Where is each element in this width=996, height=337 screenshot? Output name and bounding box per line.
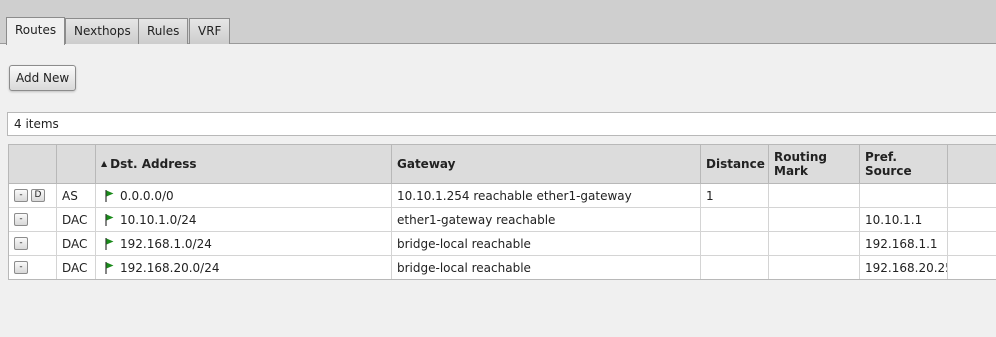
extra-cell (948, 232, 996, 255)
route-flags: DAC (57, 256, 96, 279)
row-actions: - D (9, 184, 57, 207)
remove-button[interactable]: - (14, 213, 28, 226)
remove-button[interactable]: - (14, 261, 28, 274)
extra-cell (948, 208, 996, 231)
dst-address-cell[interactable]: 192.168.1.0/24 (96, 232, 392, 255)
distance-cell (701, 232, 769, 255)
flag-icon (105, 189, 114, 202)
extra-cell (948, 256, 996, 279)
col-header-actions (9, 145, 57, 183)
remove-button[interactable]: - (14, 237, 28, 250)
flag-icon (105, 213, 114, 226)
tab-nexthops[interactable]: Nexthops (65, 18, 140, 44)
dst-address-cell[interactable]: 0.0.0.0/0 (96, 184, 392, 207)
sort-ascending-icon: ▲ (101, 159, 108, 168)
routes-table: ▲ Dst. Address Gateway Distance Routing … (8, 144, 996, 280)
dst-address: 192.168.20.0/24 (120, 260, 220, 275)
disable-button[interactable]: D (31, 189, 45, 202)
tab-vrf[interactable]: VRF (189, 18, 231, 44)
table-row[interactable]: - DAC 192.168.1.0/24 bridge-local reacha… (9, 232, 996, 256)
col-header-dst-address-label: Dst. Address (110, 157, 197, 171)
gateway-cell: 10.10.1.254 reachable ether1-gateway (392, 184, 701, 207)
dst-address-cell[interactable]: 10.10.1.0/24 (96, 208, 392, 231)
col-header-gateway[interactable]: Gateway (392, 145, 701, 183)
dst-address: 0.0.0.0/0 (120, 188, 174, 203)
extra-cell (948, 184, 996, 207)
route-flags: AS (57, 184, 96, 207)
item-count: 4 items (7, 112, 996, 136)
row-actions: - (9, 208, 57, 231)
row-actions: - (9, 232, 57, 255)
col-header-extra (948, 145, 996, 183)
tab-rules[interactable]: Rules (138, 18, 189, 44)
gateway-cell: ether1-gateway reachable (392, 208, 701, 231)
gateway-cell: bridge-local reachable (392, 256, 701, 279)
row-actions: - (9, 256, 57, 279)
col-header-pref-source[interactable]: Pref. Source (860, 145, 948, 183)
routing-mark-cell (769, 256, 860, 279)
table-header: ▲ Dst. Address Gateway Distance Routing … (9, 145, 996, 184)
distance-cell: 1 (701, 184, 769, 207)
col-header-flags (57, 145, 96, 183)
tab-routes[interactable]: Routes (6, 17, 66, 45)
remove-button[interactable]: - (14, 189, 28, 202)
dst-address: 10.10.1.0/24 (120, 212, 197, 227)
flag-icon (105, 261, 114, 274)
routing-mark-cell (769, 232, 860, 255)
dst-address-cell[interactable]: 192.168.20.0/24 (96, 256, 392, 279)
table-row[interactable]: - DAC 192.168.20.0/24 bridge-local reach… (9, 256, 996, 279)
flag-icon (105, 237, 114, 250)
add-new-button[interactable]: Add New (9, 65, 77, 91)
routing-mark-cell (769, 184, 860, 207)
routing-mark-cell (769, 208, 860, 231)
col-header-dst-address[interactable]: ▲ Dst. Address (96, 145, 392, 183)
table-row[interactable]: - D AS 0.0.0.0/0 10.10.1.254 reachable e… (9, 184, 996, 208)
pref-source-cell: 192.168.1.1 (860, 232, 948, 255)
col-header-distance[interactable]: Distance (701, 145, 769, 183)
pref-source-cell: 192.168.20.254 (860, 256, 948, 279)
tab-bar: Routes Nexthops Rules VRF (0, 0, 996, 45)
route-flags: DAC (57, 208, 96, 231)
col-header-routing-mark[interactable]: Routing Mark (769, 145, 860, 183)
distance-cell (701, 256, 769, 279)
pref-source-cell: 10.10.1.1 (860, 208, 948, 231)
gateway-cell: bridge-local reachable (392, 232, 701, 255)
route-flags: DAC (57, 232, 96, 255)
table-row[interactable]: - DAC 10.10.1.0/24 ether1-gateway reacha… (9, 208, 996, 232)
dst-address: 192.168.1.0/24 (120, 236, 212, 251)
pref-source-cell (860, 184, 948, 207)
distance-cell (701, 208, 769, 231)
